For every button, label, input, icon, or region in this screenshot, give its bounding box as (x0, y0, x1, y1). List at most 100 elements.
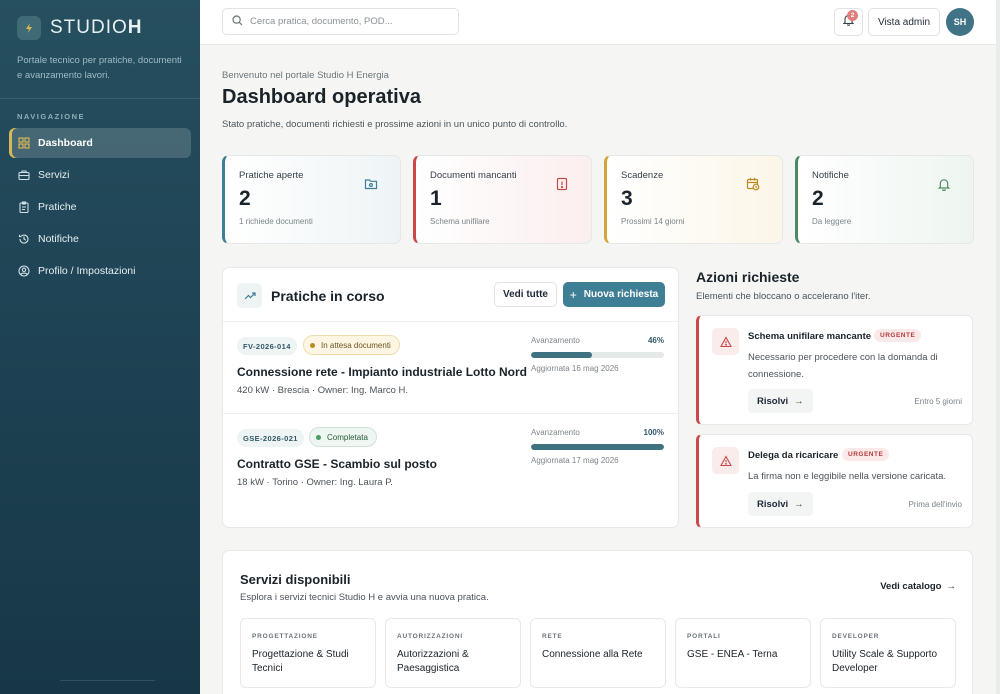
stat-card-documenti-mancanti[interactable]: Documenti mancanti 1 Schema unifilare (413, 155, 592, 244)
service-card-rete[interactable]: RETE Connessione alla Rete (530, 618, 666, 688)
sidebar-item-notifiche[interactable]: Notifiche (9, 224, 191, 254)
sidebar: STUDIOH Portale tecnico per pratiche, do… (0, 0, 200, 694)
urgent-badge: URGENTE (874, 329, 922, 342)
stat-subtext: Da leggere (812, 217, 852, 226)
service-card-portali[interactable]: PORTALI GSE - ENEA - Terna (675, 618, 811, 688)
stat-card-pratiche-aperte[interactable]: Pratiche aperte 2 1 richiede documenti (222, 155, 401, 244)
warning-icon (712, 328, 739, 355)
view-all-button[interactable]: Vedi tutte (494, 282, 557, 307)
stat-card-notifiche[interactable]: Notifiche 2 Da leggere (795, 155, 974, 244)
file-alert-icon (555, 177, 569, 191)
sidebar-item-dashboard[interactable]: Dashboard (9, 128, 191, 158)
service-category: DEVELOPER (832, 633, 880, 640)
progress-bar (531, 444, 664, 450)
service-category: PROGETTAZIONE (252, 633, 318, 640)
search-input[interactable] (250, 16, 450, 27)
arrow-right-icon: → (794, 498, 804, 510)
status-dot-icon (310, 342, 315, 348)
plus-icon: + (569, 287, 577, 302)
service-category: RETE (542, 633, 563, 640)
updated-date: Aggiornata 17 mag 2026 (531, 456, 619, 465)
table-row[interactable]: FV-2026-014 In attesa documenti Connessi… (223, 322, 678, 412)
service-card-developer[interactable]: DEVELOPER Utility Scale & Supporto Devel… (820, 618, 956, 688)
service-card-autorizzazioni[interactable]: AUTORIZZAZIONI Autorizzazioni & Paesaggi… (385, 618, 521, 688)
trending-up-icon (237, 283, 262, 308)
grid-icon (17, 137, 30, 150)
practice-title[interactable]: Connessione rete - Impianto industriale … (237, 365, 527, 379)
status-badge: In attesa documenti (303, 335, 400, 355)
practice-meta: 420 kW · Brescia · Owner: Ing. Marco H. (237, 385, 409, 396)
bolt-icon (17, 16, 41, 40)
action-description: Necessario per procedere con la domanda … (748, 352, 938, 380)
pratiche-title: Pratiche in corso (271, 288, 385, 304)
services-subtitle: Esplora i servizi tecnici Studio H e avv… (240, 592, 489, 603)
sidebar-item-profilo[interactable]: Profilo / Impostazioni (9, 256, 191, 286)
service-category: PORTALI (687, 633, 721, 640)
nav-section-label: NAVIGAZIONE (17, 112, 86, 121)
stat-subtext: Prossimi 14 giorni (621, 217, 685, 226)
notifications-count-badge: 2 (847, 10, 858, 21)
actions-subtitle: Elementi che bloccano o accelerano l'ite… (696, 291, 871, 302)
sidebar-nav: Dashboard Servizi Pratiche Notifiche Pro… (9, 128, 191, 288)
sidebar-item-label: Servizi (38, 169, 70, 181)
practice-code: FV-2026-014 (237, 337, 297, 355)
search-box[interactable] (222, 8, 459, 35)
practice-code: GSE-2026-021 (237, 429, 304, 447)
scrollbar[interactable] (996, 0, 1000, 694)
urgent-badge: URGENTE (842, 448, 890, 461)
sidebar-item-label: Pratiche (38, 201, 77, 213)
warning-icon (712, 447, 739, 474)
sidebar-item-pratiche[interactable]: Pratiche (9, 192, 191, 222)
progress-percent: 46% (647, 336, 664, 345)
progress-bar (531, 352, 664, 358)
progress-label: Avanzamento (531, 336, 580, 345)
sidebar-item-label: Notifiche (38, 233, 79, 245)
updated-date: Aggiornata 16 mag 2026 (531, 364, 619, 373)
brand-tagline: Portale tecnico per pratiche, documenti … (17, 55, 182, 81)
page-subtitle: Stato pratiche, documenti richiesti e pr… (222, 119, 568, 130)
service-name: Utility Scale & Supporto Developer (832, 649, 938, 674)
briefcase-icon (17, 169, 30, 182)
bell-icon (937, 177, 951, 192)
progress-label: Avanzamento (531, 428, 580, 437)
table-row[interactable]: GSE-2026-021 Completata Contratto GSE - … (223, 413, 678, 503)
admin-view-button[interactable]: Vista admin (868, 8, 940, 36)
service-name: Autorizzazioni & Paesaggistica (397, 649, 469, 674)
sidebar-divider (0, 98, 200, 99)
sidebar-item-label: Profilo / Impostazioni (38, 265, 136, 277)
stat-card-scadenze[interactable]: Scadenze 3 Prossimi 14 giorni (604, 155, 783, 244)
resolve-button[interactable]: Risolvi → (748, 492, 813, 516)
sidebar-item-servizi[interactable]: Servizi (9, 160, 191, 190)
brand-logo[interactable]: STUDIOH (17, 16, 143, 40)
action-description: La firma non e leggibile nella versione … (748, 471, 947, 482)
new-request-button[interactable]: + Nuova richiesta (563, 282, 665, 307)
topbar: 2 Vista admin SH (200, 0, 1000, 45)
action-due: Prima dell'invio (908, 500, 962, 509)
resolve-button[interactable]: Risolvi → (748, 389, 813, 413)
notifications-button[interactable]: 2 (834, 8, 863, 36)
practice-title[interactable]: Contratto GSE - Scambio sul posto (237, 457, 437, 471)
service-category: AUTORIZZAZIONI (397, 633, 463, 640)
history-icon (17, 233, 30, 246)
status-dot-icon (316, 434, 321, 440)
user-circle-icon (17, 265, 30, 278)
sidebar-item-label: Dashboard (38, 137, 93, 149)
services-panel: Servizi disponibili Esplora i servizi te… (222, 550, 973, 694)
service-card-progettazione[interactable]: PROGETTAZIONE Progettazione & Studi Tecn… (240, 618, 376, 688)
stat-subtext: 1 richiede documenti (239, 217, 313, 226)
progress-bar-fill (531, 352, 593, 358)
action-card: Schema unifilare mancante URGENTE Necess… (696, 315, 973, 425)
folder-icon (364, 177, 378, 191)
clipboard-icon (17, 201, 30, 214)
stat-subtext: Schema unifilare (430, 217, 490, 226)
arrow-right-icon: → (794, 395, 804, 407)
avatar[interactable]: SH (946, 8, 974, 36)
practice-meta: 18 kW · Torino · Owner: Ing. Laura P. (237, 477, 393, 488)
arrow-right-icon: → (946, 581, 957, 592)
service-name: Connessione alla Rete (542, 649, 643, 660)
search-icon (232, 13, 243, 31)
catalog-link[interactable]: Vedi catalogo → (880, 581, 956, 592)
pratiche-header: Pratiche in corso Vedi tutte + Nuova ric… (223, 268, 678, 322)
action-title: Delega da ricaricare (748, 450, 839, 461)
new-request-label: Nuova richiesta (583, 289, 659, 300)
